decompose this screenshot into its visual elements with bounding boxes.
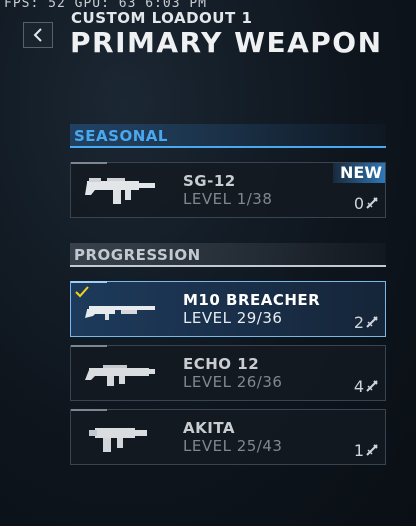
weapon-name: AKITA: [183, 419, 235, 437]
back-button[interactable]: [23, 22, 53, 48]
weapon-level: LEVEL 29/36: [183, 309, 283, 327]
attachments-icon: [366, 380, 378, 392]
attachment-count-value: 0: [353, 194, 364, 213]
weapon-name: M10 BREACHER: [183, 291, 321, 309]
echo12-shotgun-icon: [85, 365, 155, 386]
status-strip: FPS: 52 GPU: 63 6:03 PM: [4, 0, 208, 8]
new-badge: NEW: [333, 163, 385, 183]
sg12-shotgun-icon: [85, 178, 155, 204]
akita-shotgun-icon: [89, 428, 147, 452]
weapon-level: LEVEL 1/38: [183, 190, 273, 208]
weapon-card-m10-breacher[interactable]: M10 BREACHER LEVEL 29/36 2: [70, 281, 386, 337]
loadout-subtitle: CUSTOM LOADOUT 1: [71, 9, 253, 27]
attachment-count: 1: [354, 441, 379, 460]
weapon-level: LEVEL 25/43: [183, 437, 283, 455]
section-header-progression: PROGRESSION: [70, 243, 386, 267]
weapon-card-sg12[interactable]: SG-12 LEVEL 1/38 NEW 0: [70, 162, 386, 218]
page-title: PRIMARY WEAPON: [70, 26, 383, 59]
weapon-name: ECHO 12: [183, 355, 260, 373]
attachments-icon: [366, 197, 378, 209]
attachments-icon: [366, 316, 378, 328]
attachment-count: 0: [354, 194, 379, 213]
attachment-count-value: 1: [353, 441, 364, 460]
weapon-card-echo12[interactable]: ECHO 12 LEVEL 26/36 4: [70, 345, 386, 401]
chevron-left-icon: [33, 28, 42, 42]
attachment-count: 4: [354, 377, 379, 396]
attachments-icon: [366, 444, 378, 456]
weapon-level: LEVEL 26/36: [183, 373, 283, 391]
m10-breacher-shotgun-icon: [85, 306, 155, 320]
attachment-count-value: 2: [353, 313, 364, 332]
weapon-name: SG-12: [183, 172, 236, 190]
attachment-count: 2: [354, 313, 379, 332]
attachment-count-value: 4: [353, 377, 364, 396]
section-header-seasonal: SEASONAL: [70, 124, 386, 148]
weapon-card-akita[interactable]: AKITA LEVEL 25/43 1: [70, 409, 386, 465]
